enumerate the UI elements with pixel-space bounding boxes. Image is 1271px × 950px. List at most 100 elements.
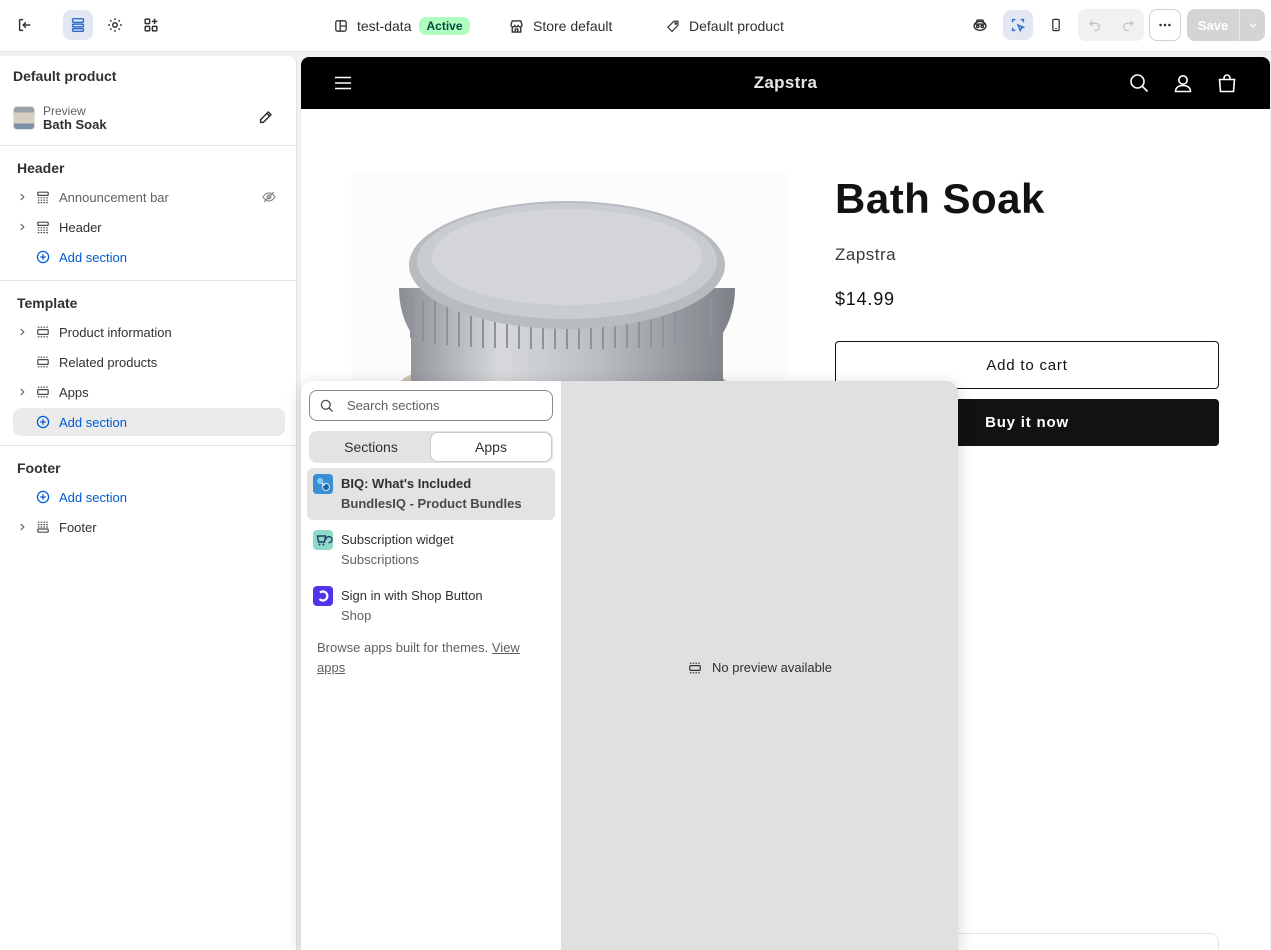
more-actions-icon[interactable] [1149, 9, 1181, 41]
no-preview-message: No preview available [687, 660, 832, 676]
section-label: Footer [59, 519, 97, 535]
section-label: Announcement bar [59, 189, 169, 205]
divider [0, 445, 297, 446]
top-bar: test-data Active Store default Default p… [0, 0, 1271, 52]
divider [0, 145, 297, 146]
subscriptions-logo-icon [313, 530, 333, 550]
section-layout-icon [35, 324, 51, 340]
search-icon [319, 398, 335, 414]
header-group-title: Header [17, 160, 65, 176]
cart-icon[interactable] [1216, 72, 1238, 94]
mobile-preview-icon[interactable] [1041, 10, 1071, 40]
save-options-chevron-down-icon[interactable] [1239, 9, 1265, 41]
section-label: Product information [59, 324, 172, 340]
app-item-sign-in-with-shop[interactable]: Sign in with Shop Button Shop [307, 580, 555, 632]
no-preview-label: No preview available [712, 660, 832, 675]
store-label: Store default [533, 18, 613, 34]
store-logo[interactable]: Zapstra [301, 73, 1270, 93]
product-price: $14.99 [835, 289, 895, 309]
browse-apps-label: Browse apps built for themes. [317, 640, 489, 655]
edit-pencil-icon[interactable] [257, 108, 277, 128]
add-section-popover: Sections Apps BIQ: What's Included Bundl… [301, 381, 958, 950]
section-preview-pane: No preview available [561, 381, 958, 950]
app-embeds-icon[interactable] [136, 10, 166, 40]
add-section-label: Add section [59, 249, 127, 265]
section-related-products[interactable]: Related products [13, 348, 285, 376]
app-item-subscription-widget[interactable]: Subscription widget Subscriptions [307, 524, 555, 576]
shop-logo-icon [313, 586, 333, 606]
chevron-right-icon[interactable] [13, 218, 31, 236]
section-apps[interactable]: Apps [13, 378, 285, 406]
section-label: Related products [59, 354, 158, 370]
search-sections-input[interactable] [347, 398, 537, 413]
template-title: Default product [13, 68, 117, 84]
divider [0, 280, 297, 281]
section-picker: Sections Apps BIQ: What's Included Bundl… [301, 381, 561, 950]
account-icon[interactable] [1172, 72, 1194, 94]
search-field[interactable] [309, 390, 553, 421]
section-label: Apps [59, 384, 89, 400]
template-label: Default product [689, 18, 784, 34]
inspector-icon[interactable] [965, 10, 995, 40]
app-provider: Subscriptions [341, 552, 420, 567]
save-group: Save [1187, 9, 1265, 41]
template-selector[interactable]: Default product [666, 14, 784, 38]
app-name: Sign in with Shop Button [341, 588, 483, 603]
section-layout-icon [35, 519, 51, 535]
chevron-right-icon[interactable] [13, 518, 31, 536]
exit-icon[interactable] [10, 10, 40, 40]
plus-circle-icon [35, 414, 51, 430]
preview-label: Preview [43, 104, 86, 118]
tag-icon [666, 19, 681, 34]
hidden-eye-icon[interactable] [261, 189, 277, 205]
section-product-information[interactable]: Product information [13, 318, 285, 346]
browse-apps-text: Browse apps built for themes. View apps [317, 638, 549, 678]
app-name: Subscription widget [341, 532, 454, 547]
undo-icon[interactable] [1078, 9, 1111, 41]
footer-group-title: Footer [17, 460, 61, 476]
store-selector[interactable]: Store default [508, 14, 612, 38]
layout-icon [333, 18, 349, 34]
tab-sections[interactable]: Sections [311, 433, 431, 461]
section-announcement-bar[interactable]: Announcement bar [13, 183, 285, 211]
store-header: Zapstra [301, 57, 1270, 109]
section-footer[interactable]: Footer [13, 513, 285, 541]
section-header[interactable]: Header [13, 213, 285, 241]
theme-settings-gear-icon[interactable] [100, 10, 130, 40]
chevron-right-icon[interactable] [13, 188, 31, 206]
sections-sidebar: Default product Preview Bath Soak Header… [0, 56, 297, 950]
theme-selector[interactable]: test-data Active [333, 14, 470, 38]
history-controls [1078, 9, 1144, 41]
section-layout-icon [35, 189, 51, 205]
save-button[interactable]: Save [1187, 9, 1239, 41]
add-section-label: Add section [59, 489, 127, 505]
preview-product-selector[interactable]: Preview Bath Soak [13, 101, 285, 135]
add-section-header-button[interactable]: Add section [13, 243, 285, 271]
plus-circle-icon [35, 249, 51, 265]
add-section-template-button[interactable]: Add section [13, 408, 285, 436]
select-element-icon[interactable] [1003, 10, 1033, 40]
app-item-biq-whats-included[interactable]: BIQ: What's Included BundlesIQ - Product… [307, 468, 555, 520]
preview-product-name: Bath Soak [43, 117, 107, 132]
add-section-footer-button[interactable]: Add section [13, 483, 285, 511]
app-provider: Shop [341, 608, 372, 623]
search-icon[interactable] [1128, 72, 1150, 94]
section-layout-icon [35, 219, 51, 235]
chevron-right-icon[interactable] [13, 383, 31, 401]
section-layout-icon [35, 354, 51, 370]
redo-icon[interactable] [1111, 9, 1144, 41]
plus-circle-icon [35, 489, 51, 505]
theme-status-badge: Active [419, 17, 470, 35]
app-provider: BundlesIQ - Product Bundles [341, 496, 522, 511]
sections-view-icon[interactable] [63, 10, 93, 40]
theme-name: test-data [357, 18, 412, 34]
product-vendor: Zapstra [835, 245, 897, 264]
product-title: Bath Soak [835, 175, 1045, 222]
app-name: BIQ: What's Included [341, 476, 472, 491]
template-group-title: Template [17, 295, 78, 311]
chevron-right-icon[interactable] [13, 323, 31, 341]
tab-apps[interactable]: Apps [431, 433, 551, 461]
store-bottom-card [941, 933, 1219, 950]
product-thumbnail [13, 106, 35, 130]
store-icon [508, 18, 525, 35]
